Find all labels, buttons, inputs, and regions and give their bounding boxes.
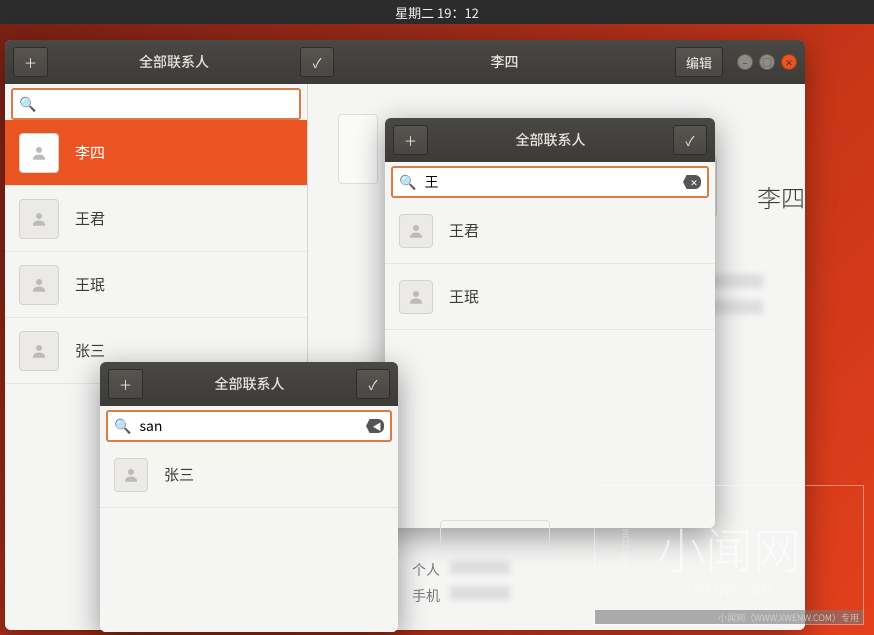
contact-name: 张三 <box>75 340 105 361</box>
edit-button[interactable]: 编辑 <box>675 47 723 77</box>
search-icon: 🔍 <box>399 172 416 192</box>
minimize-button[interactable]: – <box>737 54 753 70</box>
check-icon: ✓ <box>686 131 695 150</box>
select-mode-button[interactable]: ✓ <box>300 47 334 77</box>
detail-card-edge <box>338 114 378 184</box>
select-mode-button[interactable]: ✓ <box>673 125 707 155</box>
contact-name: 张三 <box>164 464 194 485</box>
header-title: 全部联系人 <box>434 130 667 150</box>
contact-name: 李四 <box>75 142 105 163</box>
person-icon <box>19 133 59 173</box>
person-icon <box>19 265 59 305</box>
check-icon: ✓ <box>313 53 322 72</box>
search-input[interactable] <box>40 94 293 114</box>
clear-search-icon[interactable]: ◀ <box>366 419 384 433</box>
contact-name: 王珉 <box>75 274 105 295</box>
search-bar[interactable]: 🔍 ✕ <box>391 166 709 198</box>
contact-item[interactable]: 张三 <box>100 442 398 508</box>
add-contact-button[interactable]: ＋ <box>13 47 48 77</box>
contact-name: 王君 <box>75 208 105 229</box>
search-bar[interactable]: 🔍 <box>11 88 301 120</box>
contact-item[interactable]: 王珉 <box>385 264 715 330</box>
detail-row: 个人 <box>400 560 550 580</box>
plus-icon: ＋ <box>119 375 132 394</box>
contact-item[interactable]: 王君 <box>385 198 715 264</box>
contact-name: 王珉 <box>449 286 479 307</box>
contact-name: 王君 <box>449 220 479 241</box>
detail-value-blurred <box>450 560 510 574</box>
search-input[interactable] <box>135 416 366 436</box>
add-contact-button[interactable]: ＋ <box>108 369 143 399</box>
top-menu-bar: 星期二 19：12 <box>0 0 874 24</box>
window-header: ＋ 全部联系人 ✓ <box>100 362 398 406</box>
detail-label: 手机 <box>400 586 440 606</box>
header-title: 全部联系人 <box>149 374 350 394</box>
detail-value-blurred <box>450 586 510 600</box>
detail-contact-name: 李四 <box>757 179 805 214</box>
search-icon: 🔍 <box>19 94 36 114</box>
left-pane-title: 全部联系人 <box>54 52 294 72</box>
partial-detail-peek: 个人手机 <box>380 520 570 612</box>
person-icon <box>399 214 433 248</box>
add-contact-button[interactable]: ＋ <box>393 125 428 155</box>
contacts-search-window-san: ＋ 全部联系人 ✓ 🔍 ◀ 张三 <box>100 362 398 632</box>
detail-title: 李四 <box>445 52 565 72</box>
person-icon <box>399 280 433 314</box>
contact-item[interactable]: 王珉 <box>5 252 307 318</box>
search-input[interactable] <box>420 172 683 192</box>
window-header: ＋ 全部联系人 ✓ 李四 编辑 – ▢ ✕ <box>5 40 805 84</box>
window-controls: – ▢ ✕ <box>737 54 797 70</box>
person-icon <box>19 199 59 239</box>
contact-item[interactable]: 王君 <box>5 186 307 252</box>
window-header: ＋ 全部联系人 ✓ <box>385 118 715 162</box>
search-icon: 🔍 <box>114 416 131 436</box>
select-mode-button[interactable]: ✓ <box>356 369 390 399</box>
detail-label: 个人 <box>400 560 440 580</box>
plus-icon: ＋ <box>24 53 37 72</box>
contact-item[interactable]: 李四 <box>5 120 307 186</box>
contacts-search-window-wang: ＋ 全部联系人 ✓ 🔍 ✕ 王君王珉 <box>385 118 715 528</box>
search-bar[interactable]: 🔍 ◀ <box>106 410 392 442</box>
clear-search-icon[interactable]: ✕ <box>683 175 701 189</box>
edit-label: 编辑 <box>686 53 712 72</box>
clock-text: 星期二 19：12 <box>395 3 479 22</box>
plus-icon: ＋ <box>404 131 417 150</box>
close-button[interactable]: ✕ <box>781 54 797 70</box>
check-icon: ✓ <box>369 375 378 394</box>
person-icon <box>114 458 148 492</box>
maximize-button[interactable]: ▢ <box>759 54 775 70</box>
detail-row: 手机 <box>400 586 550 606</box>
person-icon <box>19 331 59 371</box>
